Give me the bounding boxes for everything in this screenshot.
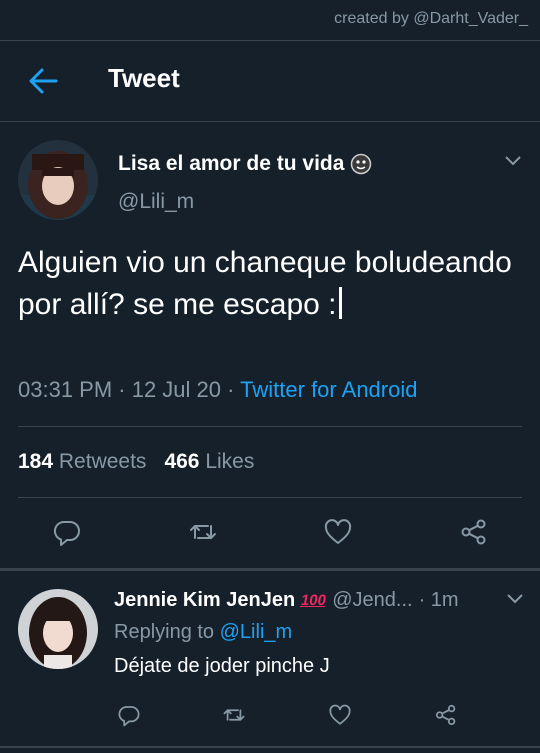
reply-actions	[0, 699, 540, 731]
tweet-text-content: Alguien vio un chaneque boludeando por a…	[18, 246, 512, 321]
likes-count: 466	[164, 450, 200, 473]
status-bar: created by @Darht_Vader_	[0, 0, 540, 40]
avatar[interactable]	[18, 589, 98, 669]
likes-label: Likes	[205, 450, 255, 473]
like-icon[interactable]	[323, 517, 353, 547]
text-cursor	[338, 287, 342, 319]
retweets-label: Retweets	[58, 450, 147, 473]
share-icon[interactable]	[459, 517, 489, 547]
divider	[18, 426, 522, 427]
replying-prefix: Replying to	[114, 621, 215, 643]
share-icon[interactable]	[434, 703, 458, 727]
reply-header: Jennie Kim JenJen 100 @Jend... · 1m	[114, 589, 459, 612]
author-handle[interactable]: @Lili_m	[118, 190, 194, 214]
avatar-image	[18, 140, 98, 220]
retweet-icon[interactable]	[188, 517, 218, 547]
retweet-icon[interactable]	[222, 703, 246, 727]
watermark-credit: created by @Darht_Vader_	[334, 10, 528, 27]
back-arrow-icon[interactable]	[28, 67, 58, 95]
reply-icon[interactable]	[117, 703, 141, 727]
avatar[interactable]	[18, 140, 98, 220]
author-name[interactable]: Lisa el amor de tu vida	[118, 152, 372, 176]
author-name-text: Lisa el amor de tu vida	[118, 152, 345, 175]
chevron-down-icon[interactable]	[506, 593, 524, 605]
chevron-down-icon[interactable]	[504, 155, 522, 167]
avatar-image	[18, 589, 98, 669]
tweet-source-link[interactable]: Twitter for Android	[240, 377, 417, 402]
replying-to: Replying to @Lili_m	[114, 621, 292, 644]
tweet-actions	[0, 517, 540, 557]
reply-author-name[interactable]: Jennie Kim JenJen	[114, 589, 295, 612]
tweet-text: Alguien vio un chaneque boludeando por a…	[18, 242, 518, 326]
reply-time: · 1m	[418, 589, 459, 611]
replying-mention[interactable]: @Lili_m	[220, 621, 293, 643]
retweets-count: 184	[18, 450, 54, 473]
page-title: Tweet	[108, 63, 180, 93]
like-icon[interactable]	[328, 703, 352, 727]
reply-tweet[interactable]: Jennie Kim JenJen 100 @Jend... · 1m Repl…	[0, 571, 540, 746]
app-bar: Tweet	[0, 40, 540, 122]
tweet-meta: 03:31 PM · 12 Jul 20 · Twitter for Andro…	[18, 377, 417, 403]
main-tweet[interactable]: Lisa el amor de tu vida @Lili_m Alguien …	[0, 122, 540, 570]
divider	[18, 497, 522, 498]
divider	[0, 746, 540, 748]
tweet-stats: 184 Retweets 466 Likes	[18, 450, 254, 474]
smiley-face-icon	[351, 153, 372, 175]
reply-icon[interactable]	[52, 517, 82, 547]
reply-text: Déjate de joder pinche J	[114, 655, 330, 677]
reply-handle[interactable]: @Jend...	[332, 589, 412, 612]
retweets-stat[interactable]: 184 Retweets	[18, 450, 146, 474]
hundred-points-icon: 100	[299, 592, 328, 609]
likes-stat[interactable]: 466 Likes	[164, 450, 254, 474]
tweet-timestamp: 03:31 PM · 12 Jul 20 ·	[18, 377, 241, 402]
